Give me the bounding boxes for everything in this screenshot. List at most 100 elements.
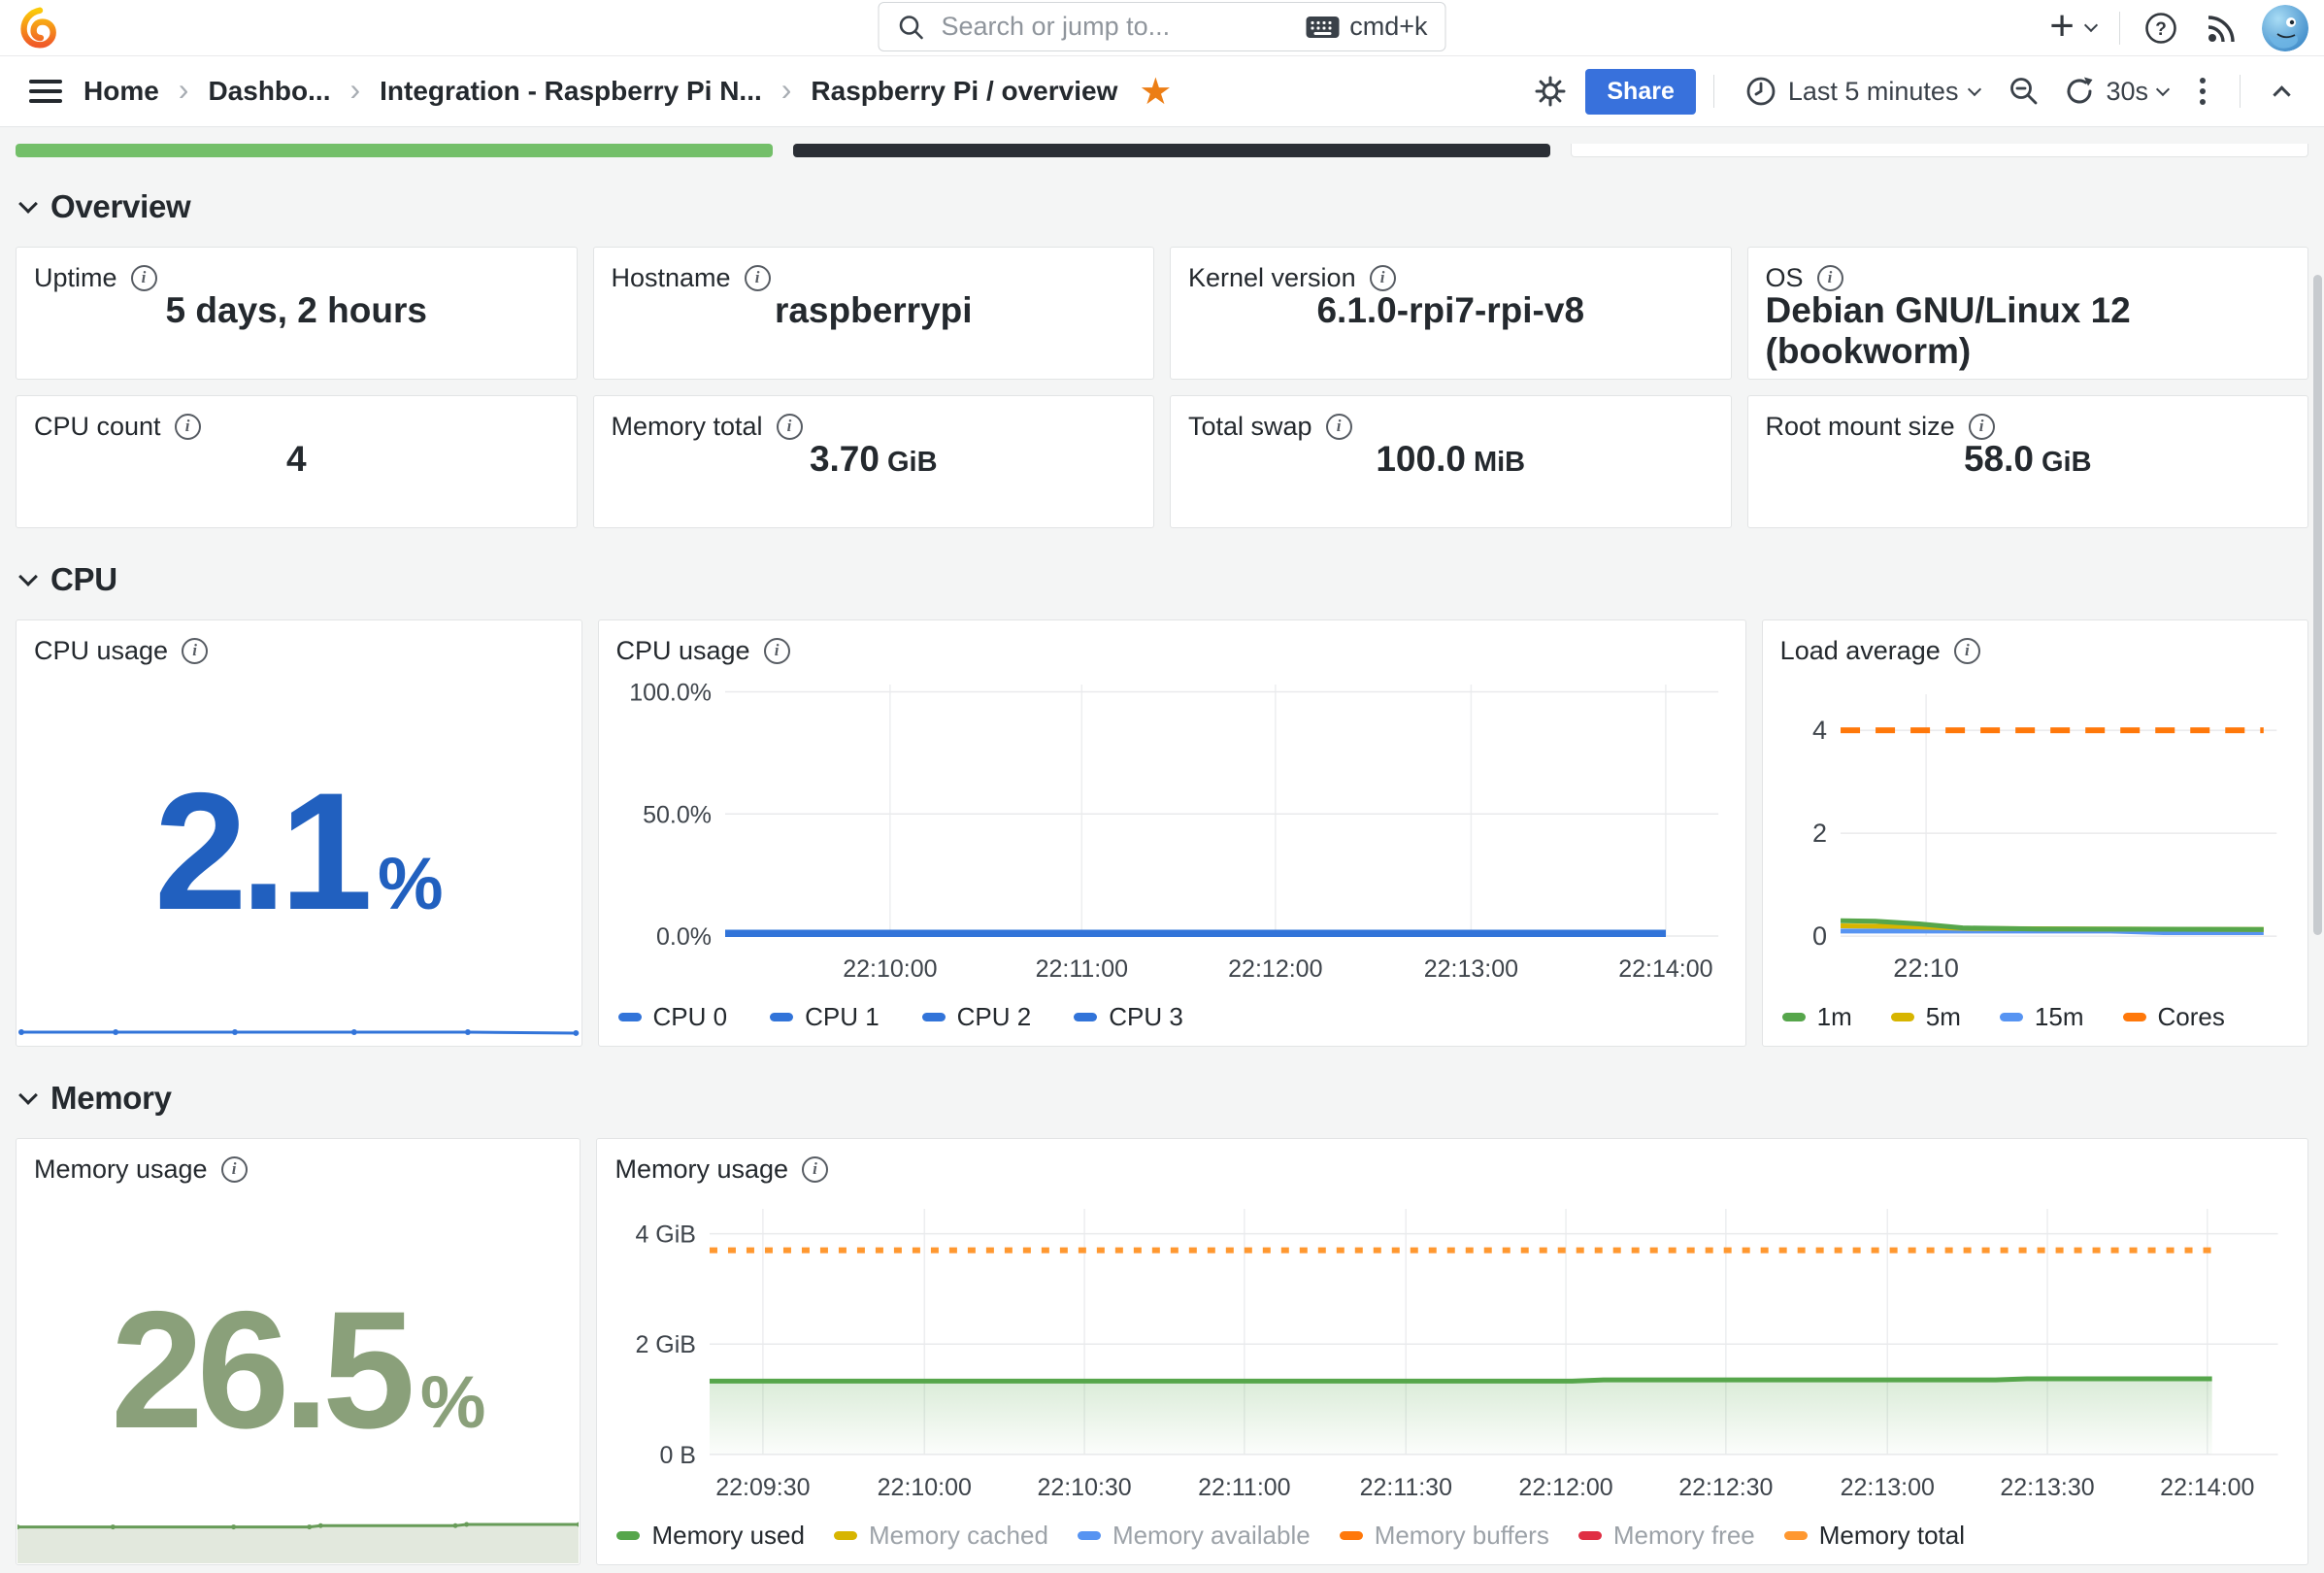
avatar[interactable]: [2262, 5, 2308, 51]
search-input[interactable]: [940, 11, 1306, 43]
info-icon[interactable]: i: [221, 1156, 248, 1183]
panel-title[interactable]: Root mount size: [1766, 412, 1955, 442]
zoom-out-button[interactable]: [2001, 68, 2047, 115]
favorite-star-icon[interactable]: ★: [1139, 70, 1172, 114]
info-icon[interactable]: i: [175, 414, 201, 440]
info-icon[interactable]: i: [1817, 265, 1843, 291]
menu-icon[interactable]: [29, 80, 62, 103]
legend-item[interactable]: CPU 0: [618, 1002, 728, 1032]
legend-item[interactable]: 5m: [1891, 1002, 1961, 1032]
chevron-up-icon: [2273, 85, 2290, 103]
refresh-picker[interactable]: 30s: [2055, 75, 2175, 108]
breadcrumb-item[interactable]: Raspberry Pi / overview: [811, 76, 1117, 107]
page: { "topbar": { "search_placeholder": "Sea…: [0, 0, 2324, 1573]
chart-canvas[interactable]: 22:10024: [1780, 669, 2290, 996]
panel-title[interactable]: Kernel version: [1188, 263, 1356, 293]
cpu-usage-stat-panel: CPU usage i 2.1 %: [16, 619, 582, 1047]
panel-title[interactable]: Uptime: [34, 263, 117, 293]
chart-canvas[interactable]: 22:09:3022:10:0022:10:3022:11:0022:11:30…: [614, 1188, 2290, 1515]
divider: [2240, 75, 2241, 108]
info-icon[interactable]: i: [1370, 265, 1396, 291]
legend-item[interactable]: Memory used: [616, 1521, 805, 1551]
breadcrumb-item[interactable]: Home: [83, 76, 159, 107]
scrollbar-thumb[interactable]: [2313, 275, 2322, 935]
overview-stats-grid: Uptimei5 days, 2 hoursHostnameiraspberry…: [16, 247, 2308, 528]
legend-color-marker: [618, 1013, 642, 1021]
legend-color-marker: [834, 1531, 857, 1540]
stat-value: raspberrypi: [612, 290, 1137, 367]
info-icon[interactable]: i: [131, 265, 157, 291]
info-icon[interactable]: i: [1969, 414, 1995, 440]
panel-title[interactable]: Memory usage: [34, 1155, 208, 1185]
search-bar[interactable]: cmd+k: [879, 2, 1446, 51]
legend-item[interactable]: Memory cached: [834, 1521, 1048, 1551]
breadcrumb-item[interactable]: Integration - Raspberry Pi N...: [380, 76, 762, 107]
legend-color-marker: [1078, 1531, 1101, 1540]
legend-color-marker: [922, 1013, 946, 1021]
legend-item[interactable]: CPU 3: [1074, 1002, 1183, 1032]
info-icon[interactable]: i: [1954, 638, 1980, 664]
share-button[interactable]: Share: [1585, 69, 1695, 115]
chart-canvas[interactable]: [17, 1509, 579, 1563]
legend-item[interactable]: Memory available: [1078, 1521, 1311, 1551]
chart-legend: CPU 0 CPU 1 CPU 2 CPU 3: [616, 996, 1728, 1038]
info-icon[interactable]: i: [802, 1156, 828, 1183]
section-header-cpu[interactable]: CPU: [21, 561, 2308, 598]
info-icon[interactable]: i: [745, 265, 771, 291]
legend-label: 5m: [1926, 1002, 1961, 1032]
stat-panel: Uptimei5 days, 2 hours: [16, 247, 578, 380]
panel-title[interactable]: OS: [1766, 263, 1804, 293]
info-icon[interactable]: i: [1326, 414, 1352, 440]
panel-title[interactable]: CPU usage: [616, 636, 750, 666]
cpu-usage-chart-panel: CPU usage i 22:10:0022:11:0022:12:0022:1…: [598, 619, 1746, 1047]
legend-item[interactable]: Memory buffers: [1340, 1521, 1549, 1551]
legend-item[interactable]: Cores: [2123, 1002, 2225, 1032]
panel-title[interactable]: Memory usage: [614, 1155, 788, 1185]
panel-bottom-edge-white: [1571, 144, 2308, 157]
legend-item[interactable]: 15m: [2000, 1002, 2084, 1032]
info-icon[interactable]: i: [764, 638, 790, 664]
shortcut-label: cmd+k: [1349, 12, 1427, 42]
legend-label: Memory buffers: [1375, 1521, 1549, 1551]
chart-canvas[interactable]: 22:10:0022:11:0022:12:0022:13:0022:14:00…: [616, 669, 1728, 996]
panel-title[interactable]: Load average: [1780, 636, 1941, 666]
news-button[interactable]: [2192, 4, 2252, 52]
legend-label: 15m: [2035, 1002, 2084, 1032]
panel-title[interactable]: Hostname: [612, 263, 731, 293]
add-menu-button[interactable]: +: [2036, 4, 2109, 52]
panel-title[interactable]: CPU count: [34, 412, 161, 442]
grafana-logo-icon[interactable]: [19, 5, 60, 51]
legend-item[interactable]: Memory total: [1784, 1521, 1965, 1551]
time-range-picker[interactable]: Last 5 minutes: [1732, 76, 1994, 107]
clock-icon: [1745, 76, 1776, 107]
more-options-button[interactable]: [2183, 78, 2222, 105]
legend-item[interactable]: CPU 2: [922, 1002, 1032, 1032]
dashboard-settings-button[interactable]: [1527, 68, 1574, 115]
panel-title[interactable]: CPU usage: [34, 636, 168, 666]
section-header-memory[interactable]: Memory: [21, 1080, 2308, 1117]
time-range-label: Last 5 minutes: [1788, 77, 1959, 107]
svg-text:?: ?: [2155, 19, 2167, 40]
stat-panel: Total swapi100.0MiB: [1170, 395, 1732, 528]
load-average-chart[interactable]: 22:10024: [1780, 669, 2290, 996]
chart-legend: Memory used Memory cached Memory available…: [614, 1515, 2290, 1556]
memory-usage-chart[interactable]: 22:09:3022:10:0022:10:3022:11:0022:11:30…: [614, 1188, 2290, 1515]
panel-title[interactable]: Memory total: [612, 412, 763, 442]
breadcrumb-item[interactable]: Dashbo...: [208, 76, 330, 107]
panel-bottom-edge-dark: [793, 144, 1550, 157]
svg-text:22:13:30: 22:13:30: [2001, 1474, 2095, 1501]
svg-text:22:10:00: 22:10:00: [843, 955, 937, 983]
legend-item[interactable]: 1m: [1782, 1002, 1852, 1032]
legend-item[interactable]: Memory free: [1578, 1521, 1755, 1551]
info-icon[interactable]: i: [182, 638, 208, 664]
stat-number: 2.1: [154, 768, 366, 935]
panel-title[interactable]: Total swap: [1188, 412, 1312, 442]
collapse-toolbar-button[interactable]: [2258, 68, 2305, 115]
help-button[interactable]: ?: [2130, 4, 2192, 52]
dashboard-toolbar: Home›Dashbo...›Integration - Raspberry P…: [0, 56, 2324, 127]
legend-item[interactable]: CPU 1: [770, 1002, 880, 1032]
cpu-usage-chart[interactable]: 22:10:0022:11:0022:12:0022:13:0022:14:00…: [616, 669, 1728, 996]
section-header-overview[interactable]: Overview: [21, 188, 2308, 225]
info-icon[interactable]: i: [777, 414, 803, 440]
chart-canvas[interactable]: [17, 1020, 580, 1045]
